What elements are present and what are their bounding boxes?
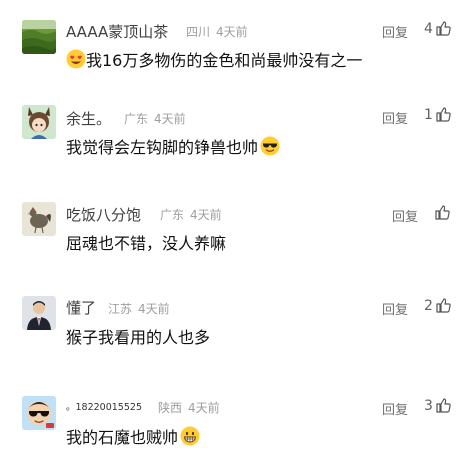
comment-item: 。18220015525 陕西 4天前 回复 3 我的石魔也贼帅 xyxy=(0,368,469,460)
like-count: 1 xyxy=(424,106,433,123)
comment-item: 余生。 广东 4天前 回复 1 我觉得会左钩脚的铮兽也帅 xyxy=(0,92,469,184)
location: 四川 xyxy=(186,25,211,39)
timestamp: 4天前 xyxy=(188,401,220,415)
timestamp: 4天前 xyxy=(190,208,222,222)
suited-man-avatar xyxy=(22,296,56,330)
location: 广东 xyxy=(124,112,149,126)
comment-body: 屈魂也不错，没人养嘛 xyxy=(66,234,227,253)
avatar[interactable] xyxy=(22,396,56,430)
thumbs-up-icon xyxy=(435,20,452,37)
location: 陕西 xyxy=(158,401,183,415)
avatar[interactable] xyxy=(22,296,56,330)
like-button[interactable]: 1 xyxy=(424,106,452,123)
thumbs-up-icon xyxy=(435,106,452,123)
comment-body: 我16万多物伤的金色和尚最帅没有之一 xyxy=(66,47,362,71)
avatar[interactable] xyxy=(22,20,56,54)
heart-eyes-emoji xyxy=(66,49,86,69)
comment-meta: 江苏 4天前 xyxy=(108,300,170,317)
comment-item: 懂了 江苏 4天前 回复 2 猴子我看用的人也多 xyxy=(0,276,469,368)
comment-meta: 四川 4天前 xyxy=(186,23,248,40)
timestamp: 4天前 xyxy=(154,112,186,126)
location: 广东 xyxy=(160,208,185,222)
thumbs-up-icon xyxy=(435,397,452,414)
like-button[interactable]: 4 xyxy=(424,20,452,37)
reply-button[interactable]: 回复 xyxy=(382,22,408,41)
comment-body: 猴子我看用的人也多 xyxy=(66,328,211,347)
comment-list: AAAA蒙顶山茶 四川 4天前 回复 4 我16万多物伤的金色和尚最帅没有之一 xyxy=(0,0,469,458)
like-button[interactable]: 2 xyxy=(424,297,452,314)
comment-meta: 广东 4天前 xyxy=(124,110,186,127)
like-button[interactable] xyxy=(432,204,451,221)
like-button[interactable]: 3 xyxy=(424,397,452,414)
anime-character-avatar xyxy=(22,105,56,139)
cartoon-sunglasses-avatar xyxy=(22,396,56,430)
comment-body: 我觉得会左钩脚的铮兽也帅 xyxy=(66,134,280,158)
grinning-emoji xyxy=(180,426,200,446)
username[interactable]: 余生。 xyxy=(66,108,111,129)
reply-button[interactable]: 回复 xyxy=(382,399,408,418)
timestamp: 4天前 xyxy=(216,25,248,39)
sunglasses-emoji xyxy=(260,136,280,156)
avatar[interactable] xyxy=(22,105,56,139)
comment-item: AAAA蒙顶山茶 四川 4天前 回复 4 我16万多物伤的金色和尚最帅没有之一 xyxy=(0,0,469,92)
comment-meta: 陕西 4天前 xyxy=(158,399,220,416)
like-count: 3 xyxy=(424,397,433,414)
comment-item: 吃饭八分饱 广东 4天前 回复 屈魂也不错，没人养嘛 xyxy=(0,184,469,276)
reply-button[interactable]: 回复 xyxy=(392,206,418,225)
thumbs-up-icon xyxy=(435,297,452,314)
tea-plantation-avatar xyxy=(22,20,56,54)
username[interactable]: 懂了 xyxy=(66,297,96,318)
username[interactable]: 。18220015525 xyxy=(66,399,142,413)
timestamp: 4天前 xyxy=(138,302,170,316)
reply-button[interactable]: 回复 xyxy=(382,108,408,127)
thumbs-up-icon xyxy=(434,204,451,221)
rooster-avatar xyxy=(22,202,56,236)
username[interactable]: 吃饭八分饱 xyxy=(66,204,141,225)
reply-button[interactable]: 回复 xyxy=(382,299,408,318)
username[interactable]: AAAA蒙顶山茶 xyxy=(66,21,168,42)
like-count: 4 xyxy=(424,20,433,37)
like-count: 2 xyxy=(424,297,433,314)
comment-body: 我的石魔也贼帅 xyxy=(66,424,200,448)
avatar[interactable] xyxy=(22,202,56,236)
comment-meta: 广东 4天前 xyxy=(160,206,222,223)
location: 江苏 xyxy=(108,302,133,316)
